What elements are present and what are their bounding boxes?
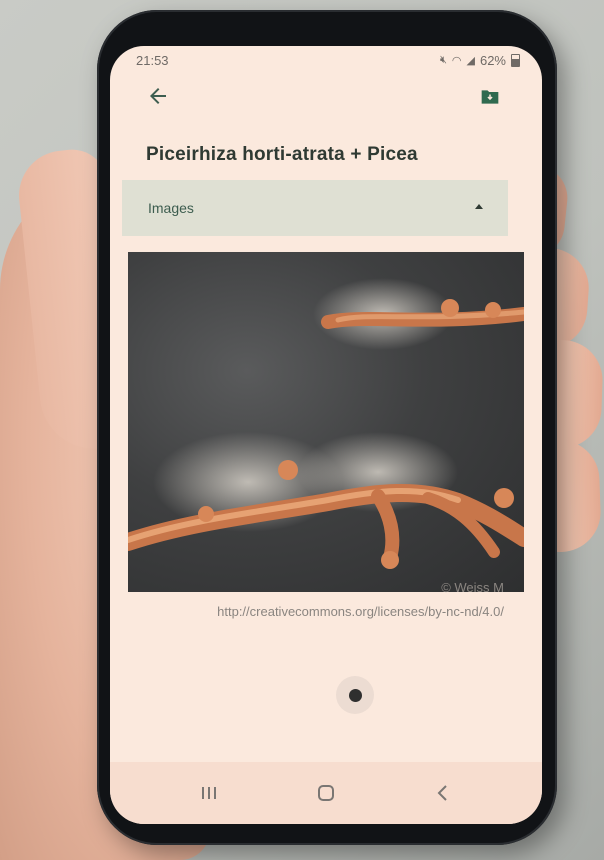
recent-apps-icon [201, 787, 216, 799]
status-icons: 🔇︎ ◠ ◢ 62% [440, 53, 520, 68]
chevron-up-icon [475, 204, 483, 209]
images-section-header[interactable]: Images [122, 180, 508, 236]
status-bar: 21:53 🔇︎ ◠ ◢ 62% [110, 46, 542, 74]
cell-signal-icon: ◢ [466, 54, 475, 67]
mute-icon: 🔇︎ [439, 53, 447, 66]
home-icon [317, 785, 334, 801]
home-button[interactable] [313, 783, 339, 803]
app-bar [110, 76, 542, 120]
back-nav-icon [437, 785, 448, 801]
page-dot [348, 688, 362, 702]
system-nav-bar [110, 762, 542, 824]
section-label: Images [148, 200, 194, 216]
page-title: Piceirhiza horti-atrata + Picea [146, 144, 418, 165]
arrow-back-icon[interactable] [146, 84, 170, 108]
folder-download-icon[interactable] [480, 88, 500, 106]
recent-apps-button[interactable] [196, 783, 222, 803]
page-indicator[interactable] [336, 676, 374, 714]
battery-percent: 62% [479, 52, 506, 68]
image-license-link[interactable]: http://creativecommons.org/licenses/by-n… [184, 600, 504, 624]
back-nav-button[interactable] [430, 783, 456, 803]
status-time: 21:53 [136, 52, 169, 68]
root-illustration [128, 278, 524, 569]
image-caption: © Weiss M http://creativecommons.org/lic… [184, 576, 504, 624]
image-credit: © Weiss M [441, 580, 504, 595]
phone-screen: 21:53 🔇︎ ◠ ◢ 62% Piceirhiza horti-atrata… [110, 46, 542, 824]
battery-icon [511, 53, 520, 67]
specimen-photo[interactable] [128, 252, 524, 592]
wifi-icon: ◠ [451, 54, 462, 67]
